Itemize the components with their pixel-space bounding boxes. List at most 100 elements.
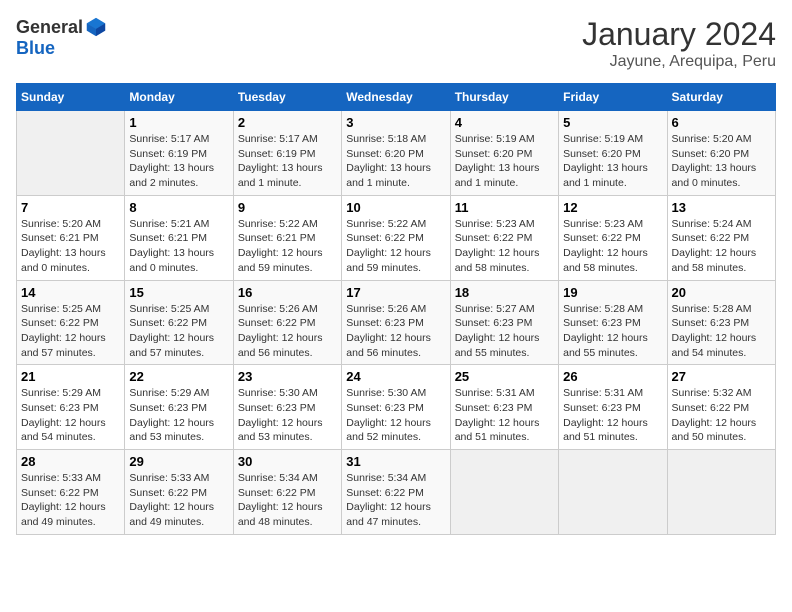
calendar-cell: 25Sunrise: 5:31 AMSunset: 6:23 PMDayligh… xyxy=(450,365,558,450)
calendar-cell: 11 Sunrise: 5:23 AMSunset: 6:22 PMDayligh… xyxy=(450,195,558,280)
logo-blue: Blue xyxy=(16,38,55,58)
cell-info: Sunrise: 5:19 AMSunset: 6:20 PMDaylight:… xyxy=(455,132,554,191)
day-number: 4 xyxy=(455,115,554,130)
calendar-table: SundayMondayTuesdayWednesdayThursdayFrid… xyxy=(16,83,776,535)
day-number: 6 xyxy=(672,115,771,130)
cell-info: Sunrise: 5:22 AMSunset: 6:21 PMDaylight:… xyxy=(238,217,337,276)
day-number: 21 xyxy=(21,369,120,384)
cell-info: Sunrise: 5:20 AMSunset: 6:21 PMDaylight:… xyxy=(21,217,120,276)
calendar-cell: 13 Sunrise: 5:24 AMSunset: 6:22 PMDayligh… xyxy=(667,195,775,280)
calendar-cell: 9 Sunrise: 5:22 AMSunset: 6:21 PMDaylight… xyxy=(233,195,341,280)
calendar-cell: 7 Sunrise: 5:20 AMSunset: 6:21 PMDaylight… xyxy=(17,195,125,280)
cell-info: Sunrise: 5:24 AMSunset: 6:22 PMDaylight:… xyxy=(672,217,771,276)
page-subtitle: Jayune, Arequipa, Peru xyxy=(582,53,776,71)
calendar-cell: 31 Sunrise: 5:34 AMSunset: 6:22 PMDayligh… xyxy=(342,450,450,535)
calendar-cell xyxy=(450,450,558,535)
calendar-cell: 29 Sunrise: 5:33 AMSunset: 6:22 PMDayligh… xyxy=(125,450,233,535)
day-number: 15 xyxy=(129,285,228,300)
cell-info: Sunrise: 5:25 AMSunset: 6:22 PMDaylight:… xyxy=(21,302,120,361)
cell-info: Sunrise: 5:30 AMSunset: 6:23 PMDaylight:… xyxy=(238,386,337,445)
logo-general: General xyxy=(16,17,83,38)
cell-info: Sunrise: 5:30 AMSunset: 6:23 PMDaylight:… xyxy=(346,386,445,445)
title-block: January 2024 Jayune, Arequipa, Peru xyxy=(582,16,776,71)
calendar-cell: 17 Sunrise: 5:26 AMSunset: 6:23 PMDayligh… xyxy=(342,280,450,365)
calendar-cell: 18 Sunrise: 5:27 AMSunset: 6:23 PMDayligh… xyxy=(450,280,558,365)
calendar-cell: 10 Sunrise: 5:22 AMSunset: 6:22 PMDayligh… xyxy=(342,195,450,280)
day-number: 14 xyxy=(21,285,120,300)
logo-icon xyxy=(85,16,107,38)
day-number: 29 xyxy=(129,454,228,469)
day-number: 17 xyxy=(346,285,445,300)
day-number: 31 xyxy=(346,454,445,469)
cell-info: Sunrise: 5:27 AMSunset: 6:23 PMDaylight:… xyxy=(455,302,554,361)
calendar-cell: 30 Sunrise: 5:34 AMSunset: 6:22 PMDayligh… xyxy=(233,450,341,535)
day-number: 12 xyxy=(563,200,662,215)
day-number: 5 xyxy=(563,115,662,130)
cell-info: Sunrise: 5:17 AMSunset: 6:19 PMDaylight:… xyxy=(129,132,228,191)
day-number: 28 xyxy=(21,454,120,469)
cell-info: Sunrise: 5:33 AMSunset: 6:22 PMDaylight:… xyxy=(129,471,228,530)
cell-info: Sunrise: 5:29 AMSunset: 6:23 PMDaylight:… xyxy=(129,386,228,445)
calendar-cell: 20Sunrise: 5:28 AMSunset: 6:23 PMDayligh… xyxy=(667,280,775,365)
day-number: 27 xyxy=(672,369,771,384)
cell-info: Sunrise: 5:21 AMSunset: 6:21 PMDaylight:… xyxy=(129,217,228,276)
cell-info: Sunrise: 5:17 AMSunset: 6:19 PMDaylight:… xyxy=(238,132,337,191)
page-title: January 2024 xyxy=(582,16,776,53)
cell-info: Sunrise: 5:31 AMSunset: 6:23 PMDaylight:… xyxy=(455,386,554,445)
day-number: 13 xyxy=(672,200,771,215)
calendar-cell: 28 Sunrise: 5:33 AMSunset: 6:22 PMDayligh… xyxy=(17,450,125,535)
calendar-cell xyxy=(17,111,125,196)
day-header-saturday: Saturday xyxy=(667,84,775,111)
calendar-cell: 5Sunrise: 5:19 AMSunset: 6:20 PMDaylight… xyxy=(559,111,667,196)
calendar-cell: 12 Sunrise: 5:23 AMSunset: 6:22 PMDayligh… xyxy=(559,195,667,280)
cell-info: Sunrise: 5:22 AMSunset: 6:22 PMDaylight:… xyxy=(346,217,445,276)
calendar-cell: 26Sunrise: 5:31 AMSunset: 6:23 PMDayligh… xyxy=(559,365,667,450)
day-number: 3 xyxy=(346,115,445,130)
day-header-friday: Friday xyxy=(559,84,667,111)
logo: General Blue xyxy=(16,16,107,59)
cell-info: Sunrise: 5:20 AMSunset: 6:20 PMDaylight:… xyxy=(672,132,771,191)
calendar-cell: 19Sunrise: 5:28 AMSunset: 6:23 PMDayligh… xyxy=(559,280,667,365)
calendar-cell: 4 Sunrise: 5:19 AMSunset: 6:20 PMDaylight… xyxy=(450,111,558,196)
cell-info: Sunrise: 5:32 AMSunset: 6:22 PMDaylight:… xyxy=(672,386,771,445)
cell-info: Sunrise: 5:28 AMSunset: 6:23 PMDaylight:… xyxy=(563,302,662,361)
cell-info: Sunrise: 5:25 AMSunset: 6:22 PMDaylight:… xyxy=(129,302,228,361)
calendar-cell: 16Sunrise: 5:26 AMSunset: 6:22 PMDayligh… xyxy=(233,280,341,365)
cell-info: Sunrise: 5:18 AMSunset: 6:20 PMDaylight:… xyxy=(346,132,445,191)
day-header-thursday: Thursday xyxy=(450,84,558,111)
cell-info: Sunrise: 5:26 AMSunset: 6:22 PMDaylight:… xyxy=(238,302,337,361)
day-number: 24 xyxy=(346,369,445,384)
day-number: 30 xyxy=(238,454,337,469)
day-number: 7 xyxy=(21,200,120,215)
calendar-cell: 14 Sunrise: 5:25 AMSunset: 6:22 PMDayligh… xyxy=(17,280,125,365)
calendar-cell: 3 Sunrise: 5:18 AMSunset: 6:20 PMDaylight… xyxy=(342,111,450,196)
calendar-cell xyxy=(559,450,667,535)
calendar-cell xyxy=(667,450,775,535)
day-number: 20 xyxy=(672,285,771,300)
cell-info: Sunrise: 5:23 AMSunset: 6:22 PMDaylight:… xyxy=(563,217,662,276)
cell-info: Sunrise: 5:34 AMSunset: 6:22 PMDaylight:… xyxy=(346,471,445,530)
calendar-cell: 2 Sunrise: 5:17 AMSunset: 6:19 PMDaylight… xyxy=(233,111,341,196)
cell-info: Sunrise: 5:31 AMSunset: 6:23 PMDaylight:… xyxy=(563,386,662,445)
cell-info: Sunrise: 5:33 AMSunset: 6:22 PMDaylight:… xyxy=(21,471,120,530)
day-number: 9 xyxy=(238,200,337,215)
calendar-cell: 22 Sunrise: 5:29 AMSunset: 6:23 PMDayligh… xyxy=(125,365,233,450)
day-number: 22 xyxy=(129,369,228,384)
cell-info: Sunrise: 5:23 AMSunset: 6:22 PMDaylight:… xyxy=(455,217,554,276)
calendar-cell: 8 Sunrise: 5:21 AMSunset: 6:21 PMDaylight… xyxy=(125,195,233,280)
day-header-sunday: Sunday xyxy=(17,84,125,111)
cell-info: Sunrise: 5:26 AMSunset: 6:23 PMDaylight:… xyxy=(346,302,445,361)
day-number: 1 xyxy=(129,115,228,130)
calendar-cell: 24 Sunrise: 5:30 AMSunset: 6:23 PMDayligh… xyxy=(342,365,450,450)
day-number: 18 xyxy=(455,285,554,300)
day-number: 10 xyxy=(346,200,445,215)
cell-info: Sunrise: 5:29 AMSunset: 6:23 PMDaylight:… xyxy=(21,386,120,445)
day-number: 8 xyxy=(129,200,228,215)
day-number: 11 xyxy=(455,200,554,215)
calendar-cell: 27 Sunrise: 5:32 AMSunset: 6:22 PMDayligh… xyxy=(667,365,775,450)
page-header: General Blue January 2024 Jayune, Arequi… xyxy=(16,16,776,71)
cell-info: Sunrise: 5:34 AMSunset: 6:22 PMDaylight:… xyxy=(238,471,337,530)
day-number: 2 xyxy=(238,115,337,130)
calendar-cell: 23Sunrise: 5:30 AMSunset: 6:23 PMDayligh… xyxy=(233,365,341,450)
calendar-cell: 21 Sunrise: 5:29 AMSunset: 6:23 PMDayligh… xyxy=(17,365,125,450)
